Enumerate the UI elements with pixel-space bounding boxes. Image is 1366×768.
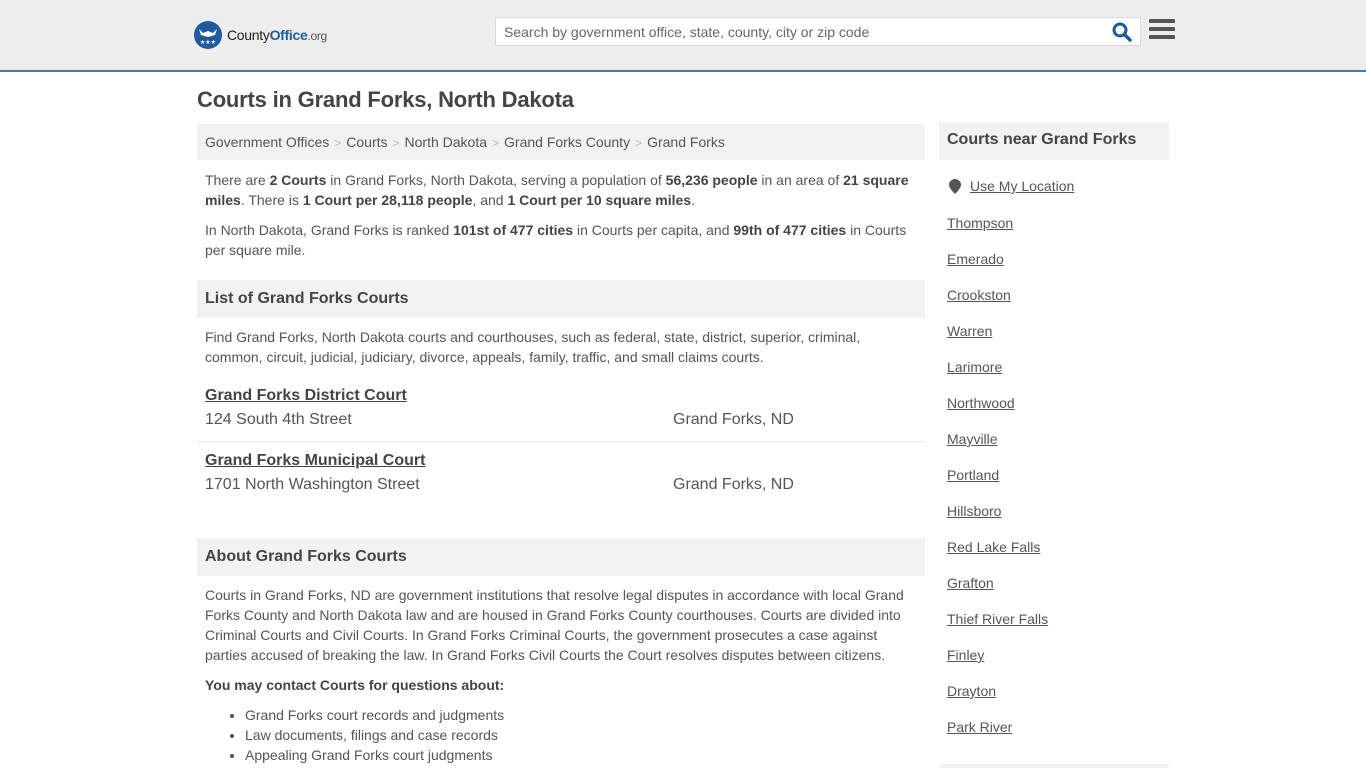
nearby-city-link[interactable]: Thompson (947, 213, 1048, 249)
search-box (495, 17, 1141, 46)
breadcrumb: Government Offices > Courts > North Dakota > G… (197, 124, 925, 160)
summary-stats-paragraph: There are 2 Courts in Grand Forks, North… (205, 172, 909, 208)
court-name-link[interactable]: Grand Forks Municipal Court (205, 452, 425, 470)
nearby-city-link[interactable]: Drayton (947, 681, 1048, 717)
court-city: Grand Forks, ND (673, 411, 794, 428)
sidebar-heading: Courts near Grand Forks (939, 122, 1169, 160)
breadcrumb-separator: > (334, 136, 342, 150)
use-my-location: Use My Location (949, 178, 1074, 194)
nearby-city-link[interactable]: Thief River Falls (947, 609, 1048, 645)
court-name-link[interactable]: Grand Forks District Court (205, 387, 407, 405)
court-city: Grand Forks, ND (673, 476, 794, 493)
breadcrumb-grand-forks-county[interactable]: Grand Forks County (504, 134, 630, 150)
breadcrumb-government-offices[interactable]: Government Offices (205, 134, 329, 150)
court-address: 124 South 4th Street (205, 411, 352, 428)
sidebar-next-panel (939, 764, 1169, 768)
use-my-location-link[interactable]: Use My Location (970, 178, 1074, 194)
breadcrumb-separator: > (392, 136, 400, 150)
nearby-city-link[interactable]: Grafton (947, 573, 1048, 609)
summary-ranking-paragraph: In North Dakota, Grand Forks is ranked 1… (205, 222, 907, 258)
contact-topic-item: Law documents, filings and case records (245, 725, 504, 745)
list-section-intro: Find Grand Forks, North Dakota courts an… (205, 329, 861, 365)
hamburger-menu-icon-bar (1149, 35, 1175, 39)
nearby-city-link[interactable]: Warren (947, 321, 1048, 357)
breadcrumb-separator: > (635, 136, 643, 150)
contact-heading: You may contact Courts for questions abo… (205, 677, 505, 693)
hamburger-menu-icon-bar (1149, 19, 1175, 23)
list-section-heading: List of Grand Forks Courts (197, 280, 925, 318)
about-section-heading: About Grand Forks Courts (197, 538, 925, 576)
nearby-city-link[interactable]: Park River (947, 717, 1048, 753)
nearby-city-link[interactable]: Crookston (947, 285, 1048, 321)
nearby-city-link[interactable]: Hillsboro (947, 501, 1048, 537)
contact-topic-item: Grand Forks court records and judgments (245, 705, 504, 725)
nearby-city-link[interactable]: Mayville (947, 429, 1048, 465)
search-button[interactable] (1112, 22, 1134, 42)
eagle-stars-logo-icon: ★★★ (194, 21, 222, 49)
nearby-city-link[interactable]: Finley (947, 645, 1048, 681)
breadcrumb-north-dakota[interactable]: North Dakota (405, 134, 487, 150)
site-logo[interactable]: ★★★ CountyOffice.org (194, 21, 327, 49)
about-section-body: Courts in Grand Forks, ND are government… (205, 587, 904, 663)
breadcrumb-grand-forks[interactable]: Grand Forks (647, 134, 725, 150)
contact-topics-list: Grand Forks court records and judgments … (245, 705, 504, 765)
nearby-city-link[interactable]: Emerado (947, 249, 1048, 285)
breadcrumb-separator: > (492, 136, 500, 150)
hamburger-menu-button[interactable] (1149, 19, 1175, 43)
search-icon (1112, 22, 1132, 42)
nearby-city-link[interactable]: Northwood (947, 393, 1048, 429)
svg-text:★★★: ★★★ (200, 39, 216, 46)
nearby-city-link[interactable]: Portland (947, 465, 1048, 501)
court-divider (197, 441, 925, 442)
nearby-city-link[interactable]: Larimore (947, 357, 1048, 393)
search-input[interactable] (496, 18, 1106, 45)
hamburger-menu-icon-bar (1149, 27, 1175, 31)
logo-text: CountyOffice.org (227, 27, 327, 43)
breadcrumb-courts[interactable]: Courts (346, 134, 387, 150)
site-header: ★★★ CountyOffice.org (0, 0, 1366, 72)
contact-topic-item: Appealing Grand Forks court judgments (245, 745, 504, 765)
court-address: 1701 North Washington Street (205, 476, 420, 493)
map-marker-icon (949, 178, 961, 194)
nearby-cities-list: Thompson Emerado Crookston Warren Larimo… (947, 213, 1048, 753)
nearby-city-link[interactable]: Red Lake Falls (947, 537, 1048, 573)
page-title: Courts in Grand Forks, North Dakota (197, 87, 574, 112)
